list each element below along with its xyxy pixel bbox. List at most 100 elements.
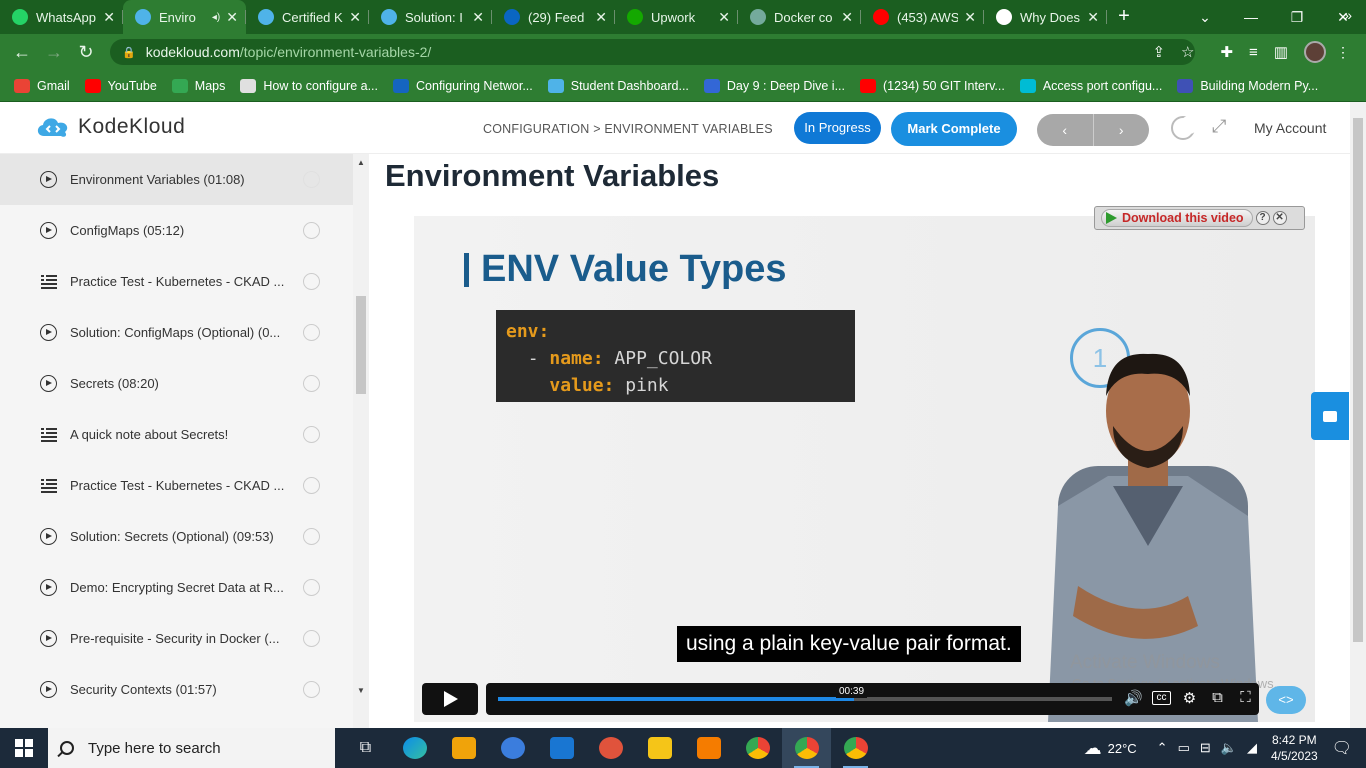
bookmark-item[interactable]: Configuring Networ... bbox=[393, 78, 533, 93]
windows-start-icon[interactable] bbox=[0, 728, 48, 768]
bookmark-item[interactable]: Gmail bbox=[14, 78, 70, 93]
browser-tab[interactable]: (453) AWS ✕ bbox=[861, 0, 984, 34]
bookmark-star-icon[interactable]: ☆ bbox=[1181, 43, 1194, 61]
page-scrollbar[interactable] bbox=[1350, 102, 1366, 728]
mail-icon[interactable] bbox=[537, 728, 586, 768]
system-clock[interactable]: 8:42 PM 4/5/2023 bbox=[1271, 732, 1318, 764]
browser-menu-icon[interactable]: ⋮ bbox=[1320, 34, 1366, 70]
scroll-up-icon[interactable]: ▲ bbox=[357, 158, 365, 167]
mark-complete-button[interactable]: Mark Complete bbox=[891, 112, 1017, 146]
file-explorer-icon[interactable] bbox=[635, 728, 684, 768]
chrome-profile-2-icon[interactable] bbox=[831, 728, 880, 768]
battery-icon[interactable]: ▭ bbox=[1178, 740, 1190, 756]
tab-close-icon[interactable]: ✕ bbox=[472, 9, 484, 26]
lesson-status-circle-icon[interactable] bbox=[303, 273, 320, 290]
tab-audio-icon[interactable]: ◂) bbox=[212, 12, 220, 23]
back-icon[interactable]: ← bbox=[6, 42, 38, 63]
lesson-item[interactable]: Solution: Secrets (Optional) (09:53) bbox=[0, 511, 353, 562]
snail-app-icon[interactable] bbox=[586, 728, 635, 768]
close-window-button[interactable]: ✕ bbox=[1320, 0, 1366, 34]
help-icon[interactable]: ? bbox=[1255, 211, 1270, 225]
task-view-icon[interactable]: ⧉ bbox=[341, 728, 390, 768]
lesson-item[interactable]: Practice Test - Kubernetes - CKAD ... bbox=[0, 256, 353, 307]
tray-expand-icon[interactable]: ⌃ bbox=[1157, 740, 1168, 756]
wifi-icon[interactable]: ◢ bbox=[1247, 740, 1257, 756]
moon-app-icon[interactable] bbox=[488, 728, 537, 768]
volume-tray-icon[interactable]: 🔈 bbox=[1221, 740, 1237, 756]
kodekloud-video-badge-icon[interactable]: <> bbox=[1266, 686, 1306, 714]
lesson-item[interactable]: Pre-requisite - Security in Docker (... bbox=[0, 613, 353, 664]
chrome-icon[interactable] bbox=[733, 728, 782, 768]
lesson-item[interactable]: Demo: Encrypting Secret Data at R... bbox=[0, 562, 353, 613]
lesson-item[interactable]: A quick note about Secrets! bbox=[0, 409, 353, 460]
lesson-item[interactable]: Environment Variables (01:08) bbox=[0, 154, 353, 205]
share-icon[interactable]: ⇪ bbox=[1152, 43, 1165, 61]
bookmark-item[interactable]: Maps bbox=[171, 78, 225, 93]
browser-tab[interactable]: Solution: I ✕ bbox=[369, 0, 492, 34]
address-bar[interactable]: 🔒 kodekloud.com/topic/environment-variab… bbox=[110, 39, 1195, 65]
lesson-item[interactable]: Secrets (08:20) bbox=[0, 358, 353, 409]
picture-in-picture-icon[interactable]: ⧉ bbox=[1208, 689, 1227, 707]
tab-close-icon[interactable]: ✕ bbox=[226, 9, 238, 26]
bookmarks-overflow-icon[interactable]: » bbox=[1344, 7, 1352, 23]
feedback-chat-icon[interactable] bbox=[1311, 392, 1349, 440]
lesson-status-circle-icon[interactable] bbox=[303, 579, 320, 596]
in-progress-button[interactable]: In Progress bbox=[794, 112, 881, 144]
minimize-button[interactable]: — bbox=[1228, 0, 1274, 34]
lesson-item[interactable]: Security Contexts (01:57) bbox=[0, 664, 353, 715]
taskbar-search-box[interactable]: Type here to search bbox=[48, 728, 335, 768]
browser-tab[interactable]: Upwork ✕ bbox=[615, 0, 738, 34]
kodekloud-logo[interactable]: KodeKloud bbox=[34, 114, 185, 140]
lesson-status-circle-icon[interactable] bbox=[303, 171, 320, 188]
video-progress-track[interactable]: 00:39 bbox=[498, 685, 1112, 701]
settings-app-icon[interactable] bbox=[684, 728, 733, 768]
extensions-icon[interactable]: ✚ bbox=[1220, 43, 1233, 61]
fullscreen-video-icon[interactable]: ⛶ bbox=[1236, 689, 1255, 707]
breadcrumb[interactable]: CONFIGURATION > ENVIRONMENT VARIABLES bbox=[483, 122, 773, 136]
notifications-icon[interactable]: 🗨 bbox=[1332, 738, 1352, 758]
lesson-status-circle-icon[interactable] bbox=[303, 324, 320, 341]
bookmark-item[interactable]: How to configure a... bbox=[240, 78, 378, 93]
lock-icon[interactable]: 🔒 bbox=[122, 46, 136, 59]
tab-close-icon[interactable]: ✕ bbox=[1087, 9, 1099, 26]
bookmark-item[interactable]: (1234) 50 GIT Interv... bbox=[860, 78, 1005, 93]
weather-icon[interactable]: ☁ bbox=[1084, 738, 1102, 759]
volume-icon[interactable]: 🔊 bbox=[1124, 689, 1143, 707]
tab-close-icon[interactable]: ✕ bbox=[964, 9, 976, 26]
lesson-status-circle-icon[interactable] bbox=[303, 528, 320, 545]
lesson-status-circle-icon[interactable] bbox=[303, 426, 320, 443]
bookmark-item[interactable]: YouTube bbox=[84, 78, 157, 93]
tab-close-icon[interactable]: ✕ bbox=[718, 9, 730, 26]
browser-tab[interactable]: Certified K ✕ bbox=[246, 0, 369, 34]
lesson-item[interactable]: Solution: ConfigMaps (Optional) (0... bbox=[0, 307, 353, 358]
captions-icon[interactable]: cc bbox=[1152, 691, 1171, 705]
tab-search-icon[interactable]: ⌄ bbox=[1182, 0, 1228, 34]
microsoft-store-icon[interactable] bbox=[439, 728, 488, 768]
close-download-icon[interactable]: ✕ bbox=[1272, 211, 1287, 225]
browser-tab[interactable]: Docker co ✕ bbox=[738, 0, 861, 34]
reload-icon[interactable]: ↻ bbox=[70, 42, 102, 63]
lesson-status-circle-icon[interactable] bbox=[303, 477, 320, 494]
browser-tab[interactable]: Why Does ✕ bbox=[984, 0, 1107, 34]
lesson-status-circle-icon[interactable] bbox=[303, 630, 320, 647]
sidebar-scroll-thumb[interactable] bbox=[356, 296, 366, 394]
new-tab-button[interactable]: + bbox=[1107, 0, 1141, 34]
previous-lesson-button[interactable]: ‹ bbox=[1037, 114, 1093, 146]
fullscreen-icon[interactable]: ⤢ bbox=[1212, 116, 1226, 137]
network-icon[interactable]: ⊟ bbox=[1200, 740, 1211, 756]
tab-close-icon[interactable]: ✕ bbox=[841, 9, 853, 26]
lesson-status-circle-icon[interactable] bbox=[303, 681, 320, 698]
weather-temp[interactable]: 22°C bbox=[1108, 741, 1137, 756]
side-panel-icon[interactable]: ▥ bbox=[1274, 43, 1288, 61]
tab-close-icon[interactable]: ✕ bbox=[349, 9, 361, 26]
restore-button[interactable]: ❐ bbox=[1274, 0, 1320, 34]
play-icon[interactable] bbox=[422, 683, 478, 715]
edge-icon[interactable] bbox=[390, 728, 439, 768]
lesson-status-circle-icon[interactable] bbox=[303, 375, 320, 392]
bookmark-item[interactable]: Building Modern Py... bbox=[1177, 78, 1318, 93]
lesson-status-circle-icon[interactable] bbox=[303, 222, 320, 239]
bookmark-item[interactable]: Student Dashboard... bbox=[547, 78, 689, 93]
page-scroll-thumb[interactable] bbox=[1353, 118, 1363, 642]
next-lesson-button[interactable]: › bbox=[1092, 114, 1149, 146]
tab-close-icon[interactable]: ✕ bbox=[103, 9, 115, 26]
